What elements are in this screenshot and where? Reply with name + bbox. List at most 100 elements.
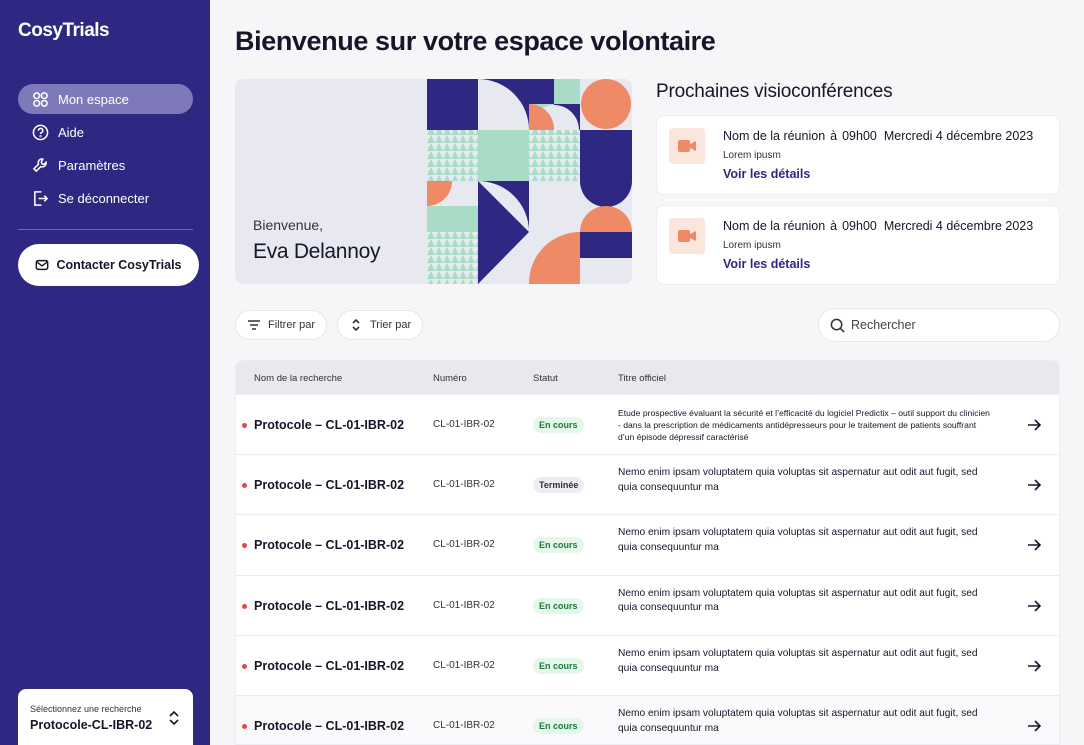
meeting-details-link[interactable]: Voir les détails — [723, 257, 810, 271]
column-header-name[interactable]: Nom de la recherche — [254, 373, 342, 384]
banner-greeting: Bienvenue, — [253, 217, 324, 233]
row-research-name: Protocole – CL-01-IBR-02 — [254, 418, 405, 432]
sidebar-item-parametres[interactable]: Paramètres — [18, 150, 193, 180]
table-row[interactable]: Protocole – CL-01-IBR-02 CL-01-IBR-02 En c… — [236, 694, 1059, 744]
search-icon — [830, 318, 845, 333]
welcome-banner: Bienvenue, Eva Delannoy — [235, 79, 632, 284]
meeting-card: Nom de la réunion à 09h00 Mercredi 4 décem… — [656, 205, 1060, 285]
research-select-value: Protocole-CL-IBR-02 — [30, 718, 153, 732]
column-header-title[interactable]: Titre officiel — [618, 373, 666, 384]
meeting-name: Nom de la réunion — [723, 129, 826, 143]
column-header-number[interactable]: Numéro — [433, 373, 467, 384]
sidebar-divider — [18, 229, 193, 230]
research-table: Nom de la recherche Numéro Statut Titre … — [235, 360, 1060, 745]
arrow-right-icon[interactable] — [1027, 719, 1041, 733]
help-icon — [31, 123, 49, 141]
grid-icon — [31, 90, 49, 108]
table-row[interactable]: Protocole – CL-01-IBR-02 CL-01-IBR-02 En c… — [236, 514, 1059, 574]
mail-icon — [36, 259, 49, 271]
meeting-heading: Nom de la réunion à 09h00 Mercredi 4 décem… — [723, 129, 1033, 143]
contact-button-label: Contacter CosyTrials — [56, 258, 182, 272]
banner-user-name: Eva Delannoy — [253, 240, 381, 263]
table-header: Nom de la recherche Numéro Statut Titre … — [236, 361, 1059, 394]
column-header-status[interactable]: Statut — [533, 373, 558, 384]
table-row[interactable]: Protocole – CL-01-IBR-02 CL-01-IBR-02 En c… — [236, 634, 1059, 695]
row-official-title: Etude prospective évaluant la sécurité e… — [618, 408, 990, 443]
chevron-up-down-icon — [169, 710, 179, 726]
meeting-heading: Nom de la réunion à 09h00 Mercredi 4 décem… — [723, 219, 1033, 233]
research-select-label: Sélectionnez une recherche — [30, 704, 142, 714]
app-logo[interactable]: CosyTrials — [18, 20, 110, 42]
status-badge: En cours — [533, 657, 584, 674]
sidebar-item-se-deconnecter[interactable]: Se déconnecter — [18, 183, 193, 213]
search-input[interactable] — [851, 318, 1041, 332]
row-number: CL-01-IBR-02 — [433, 719, 495, 731]
row-official-title: Nemo enim ipsam voluptatem quia voluptas… — [618, 527, 978, 554]
status-dot — [242, 663, 247, 669]
sort-icon — [352, 318, 360, 332]
contact-button[interactable]: Contacter CosyTrials — [18, 244, 199, 286]
meeting-at: à — [830, 129, 838, 143]
table-row[interactable]: Protocole – CL-01-IBR-02 CL-01-IBR-02 En c… — [236, 574, 1059, 635]
filter-button-label: Filtrer par — [268, 319, 316, 331]
row-official-title: Nemo enim ipsam voluptatem quia voluptas… — [618, 707, 978, 734]
meeting-description: Lorem ipusm — [723, 150, 781, 161]
row-number: CL-01-IBR-02 — [433, 599, 495, 611]
status-badge: En cours — [533, 417, 584, 433]
sidebar-item-label: Se déconnecter — [58, 190, 150, 206]
status-badge: Terminée — [533, 477, 585, 494]
row-research-name: Protocole – CL-01-IBR-02 — [254, 658, 405, 673]
meeting-name: Nom de la réunion — [723, 219, 826, 233]
meeting-description: Lorem ipusm — [723, 240, 781, 251]
sidebar-item-label: Paramètres — [58, 157, 126, 173]
research-select[interactable]: Sélectionnez une recherche Protocole-CL-… — [18, 689, 193, 745]
status-badge: En cours — [533, 537, 584, 554]
arrow-right-icon[interactable] — [1027, 659, 1041, 673]
status-dot — [242, 423, 247, 428]
sidebar-item-label: Aide — [58, 124, 85, 140]
sort-button-label: Trier par — [370, 319, 412, 331]
row-research-name: Protocole – CL-01-IBR-02 — [254, 478, 405, 493]
filter-icon — [248, 320, 260, 330]
sidebar-item-label: Mon espace — [58, 91, 129, 107]
status-dot — [242, 483, 247, 489]
table-body: Protocole – CL-01-IBR-02 CL-01-IBR-02 En c… — [236, 394, 1059, 744]
row-number: CL-01-IBR-02 — [433, 539, 495, 551]
arrow-right-icon[interactable] — [1027, 478, 1041, 492]
table-row[interactable]: Protocole – CL-01-IBR-02 CL-01-IBR-02 En c… — [236, 394, 1059, 454]
table-row[interactable]: Protocole – CL-01-IBR-02 CL-01-IBR-02 Term… — [236, 454, 1059, 514]
sidebar: CosyTrials Mon espace Aide Paramètres Se… — [0, 0, 210, 745]
logout-icon — [31, 189, 49, 207]
row-research-name: Protocole – CL-01-IBR-02 — [254, 718, 405, 733]
status-dot — [242, 723, 247, 729]
page-title: Bienvenue sur votre espace volontaire — [235, 26, 716, 56]
arrow-right-icon[interactable] — [1027, 418, 1041, 432]
row-official-title: Nemo enim ipsam voluptatem quia voluptas… — [618, 587, 978, 614]
search-box[interactable] — [818, 308, 1060, 342]
wrench-icon — [31, 156, 49, 174]
row-research-name: Protocole – CL-01-IBR-02 — [254, 598, 405, 613]
meeting-date: Mercredi 4 décembre 2023 — [883, 219, 1034, 233]
meeting-date: Mercredi 4 décembre 2023 — [883, 129, 1034, 143]
status-dot — [242, 603, 247, 609]
status-badge: En cours — [533, 717, 584, 734]
meeting-card: Nom de la réunion à 09h00 Mercredi 4 décem… — [656, 115, 1060, 195]
meeting-details-link[interactable]: Voir les détails — [723, 167, 810, 181]
row-number: CL-01-IBR-02 — [433, 479, 495, 491]
sort-button[interactable]: Trier par — [337, 310, 423, 340]
sidebar-nav: Mon espace Aide Paramètres Se déconnecte… — [18, 84, 193, 216]
row-number: CL-01-IBR-02 — [433, 659, 495, 671]
geometric-illustration — [427, 79, 632, 284]
meetings-title: Prochaines visioconférences — [656, 81, 893, 102]
row-official-title: Nemo enim ipsam voluptatem quia voluptas… — [618, 467, 978, 493]
arrow-right-icon[interactable] — [1027, 538, 1041, 552]
sidebar-item-aide[interactable]: Aide — [18, 117, 193, 147]
sidebar-item-mon-espace[interactable]: Mon espace — [18, 84, 193, 114]
row-number: CL-01-IBR-02 — [433, 419, 495, 430]
arrow-right-icon[interactable] — [1027, 599, 1041, 613]
meeting-time: 09h00 — [842, 219, 877, 233]
meeting-time: 09h00 — [842, 129, 877, 143]
status-dot — [242, 543, 247, 549]
filter-button[interactable]: Filtrer par — [235, 310, 327, 340]
status-badge: En cours — [533, 597, 584, 614]
